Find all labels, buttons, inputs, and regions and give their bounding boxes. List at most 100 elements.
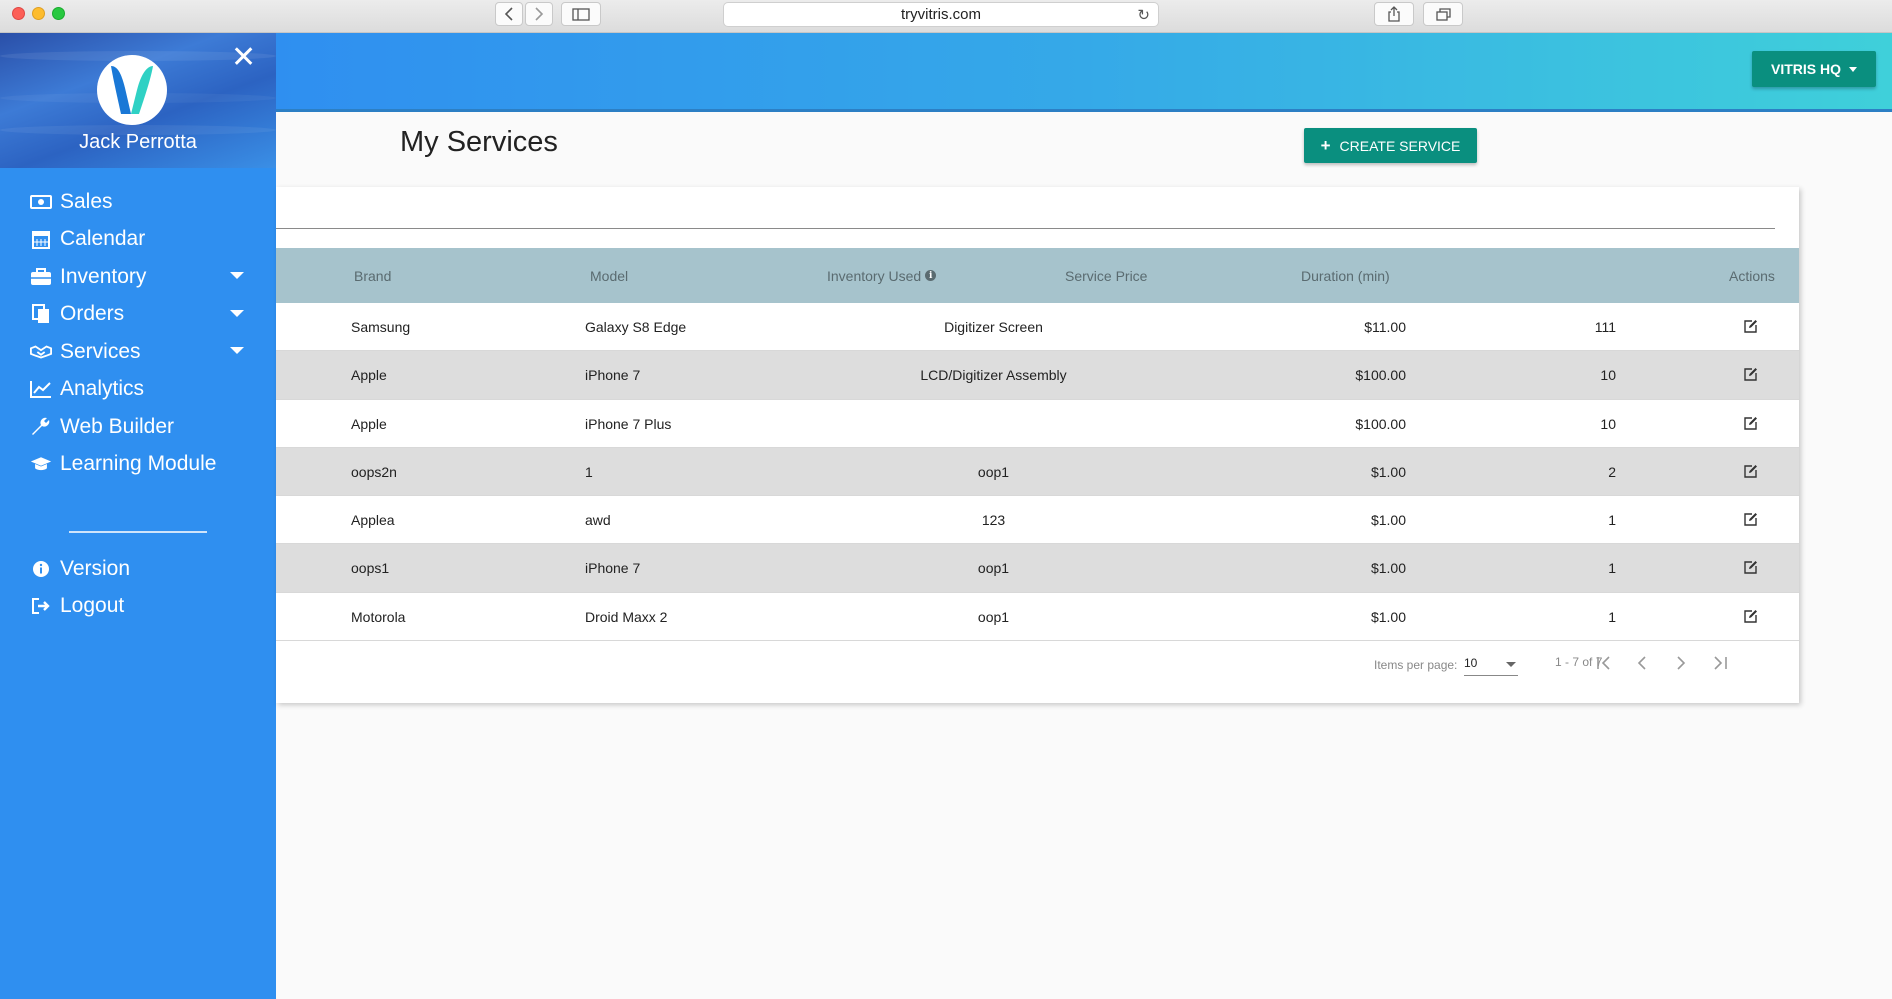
column-header-inventory-used[interactable]: Inventory Used i: [827, 248, 937, 303]
sidebar-item-web-builder[interactable]: Web Builder: [0, 408, 276, 446]
cell-service-price: $1.00: [1370, 560, 1406, 577]
sidebar-item-learning-module[interactable]: Learning Module: [0, 446, 276, 484]
edit-icon[interactable]: [1743, 609, 1758, 624]
cell-service-price: $100.00: [1355, 367, 1406, 384]
sidebar-item-inventory[interactable]: Inventory: [0, 258, 276, 296]
chevron-down-icon[interactable]: [230, 309, 244, 317]
chevron-left-icon: [1637, 656, 1646, 670]
edit-icon[interactable]: [1743, 464, 1758, 479]
cell-inventory-used: oop1: [977, 608, 1010, 625]
chevron-right-icon: [1677, 656, 1686, 670]
info-icon[interactable]: i: [925, 270, 937, 281]
cell-inventory-used: Digitizer Screen: [944, 319, 1043, 335]
reload-icon[interactable]: ↻: [1137, 6, 1150, 24]
edit-icon[interactable]: [1743, 319, 1758, 334]
column-header-brand[interactable]: Brand: [354, 248, 391, 303]
table-row[interactable]: Samsung Galaxy S8 Edge Digitizer Screen $11…: [276, 303, 1799, 352]
close-window-button[interactable]: [12, 7, 25, 20]
sidebar-item-label: Calendar: [60, 227, 146, 251]
cell-duration: 1: [1608, 560, 1616, 577]
cell-service-price: $1.00: [1370, 463, 1406, 480]
wrench-icon: [30, 416, 52, 438]
items-per-page-label: Items per page:: [1374, 658, 1458, 672]
tabs-icon: [1435, 7, 1451, 21]
table-row[interactable]: oops2n 1 oop1 $1.00 2: [276, 447, 1799, 497]
store-selector-button[interactable]: VITRIS HQ: [1752, 51, 1876, 87]
sidebar-item-version[interactable]: Version: [0, 550, 276, 588]
column-header-service-price[interactable]: Service Price: [1065, 248, 1147, 303]
cell-duration: 2: [1608, 463, 1616, 480]
close-sidebar-icon[interactable]: ✕: [231, 43, 256, 73]
cell-duration: 10: [1600, 415, 1616, 432]
forward-button[interactable]: [525, 2, 553, 26]
cell-model: 1: [585, 463, 593, 480]
sidebar-item-label: Analytics: [60, 377, 145, 401]
sidebar-item-services[interactable]: Services: [0, 333, 276, 371]
sidebar: ✕ Jack Perrotta Sales Calendar Inventory…: [0, 33, 276, 999]
zoom-window-button[interactable]: [52, 7, 65, 20]
cell-brand: Apple: [351, 367, 387, 384]
first-page-button[interactable]: [1592, 651, 1616, 675]
table-row[interactable]: oops1 iPhone 7 oop1 $1.00 1: [276, 544, 1799, 593]
edit-icon[interactable]: [1743, 416, 1758, 431]
cell-brand: oops1: [351, 560, 390, 577]
sidebar-item-label: Web Builder: [60, 414, 175, 438]
column-header-label: Inventory Used: [827, 267, 922, 284]
filter-input[interactable]: [276, 228, 1775, 229]
table-row[interactable]: Apple iPhone 7 LCD/Digitizer Assembly $100.…: [276, 351, 1799, 400]
sidebar-header: ✕ Jack Perrotta: [0, 33, 276, 168]
caret-down-icon: [1849, 66, 1857, 72]
caret-down-icon: [1506, 662, 1516, 667]
url-text: tryvitris.com: [901, 6, 981, 23]
sidebar-item-logout[interactable]: Logout: [0, 588, 276, 626]
cell-duration: 111: [1594, 319, 1616, 335]
back-button[interactable]: [495, 2, 523, 26]
sidebar-item-sales[interactable]: Sales: [0, 183, 276, 221]
line-chart-icon: [30, 378, 52, 400]
cell-brand: Applea: [351, 512, 395, 529]
table-row[interactable]: Apple iPhone 7 Plus $100.00 10: [276, 400, 1799, 448]
address-bar[interactable]: tryvitris.com ↻: [723, 2, 1159, 27]
sidebar-item-label: Sales: [60, 189, 113, 213]
calendar-icon: [30, 228, 52, 250]
chevron-down-icon[interactable]: [230, 347, 244, 354]
next-page-button[interactable]: [1669, 651, 1693, 675]
table-body: Samsung Galaxy S8 Edge Digitizer Screen $11…: [276, 303, 1799, 642]
sidebar-divider: [69, 531, 207, 533]
sidebar-item-label: Learning Module: [60, 452, 217, 476]
sidebar-item-label: Services: [60, 339, 141, 363]
share-icon: [1388, 6, 1400, 22]
last-page-button[interactable]: [1708, 651, 1732, 675]
first-page-icon: [1597, 656, 1610, 670]
vitris-logo: [97, 55, 167, 125]
create-service-label: CREATE SERVICE: [1339, 137, 1461, 154]
column-header-model[interactable]: Model: [590, 248, 628, 303]
chevron-down-icon[interactable]: [230, 272, 244, 279]
items-per-page-select[interactable]: 10: [1464, 656, 1518, 676]
handshake-icon: [30, 341, 52, 363]
previous-page-button[interactable]: [1630, 651, 1654, 675]
sidebar-item-label: Inventory: [60, 264, 147, 288]
edit-icon[interactable]: [1743, 512, 1758, 527]
sidebar-item-orders[interactable]: Orders: [0, 296, 276, 334]
share-button[interactable]: [1374, 2, 1414, 26]
logo-v-icon: [111, 66, 153, 114]
edit-icon[interactable]: [1743, 367, 1758, 382]
tabs-button[interactable]: [1423, 2, 1463, 26]
minimize-window-button[interactable]: [32, 7, 45, 20]
sidebar-item-analytics[interactable]: Analytics: [0, 371, 276, 409]
cell-inventory-used: LCD/Digitizer Assembly: [920, 367, 1067, 384]
cell-inventory-used: oop1: [977, 560, 1010, 577]
cell-service-price: $1.00: [1370, 608, 1406, 625]
page-title: My Services: [400, 126, 558, 158]
sign-out-icon: [30, 595, 52, 617]
table-row[interactable]: Applea awd 123 $1.00 1: [276, 496, 1799, 545]
sidebar-toggle-button[interactable]: [561, 2, 601, 26]
sidebar-item-calendar[interactable]: Calendar: [0, 221, 276, 259]
create-service-button[interactable]: + CREATE SERVICE: [1304, 128, 1477, 163]
sidebar-item-label: Logout: [60, 594, 125, 618]
edit-icon[interactable]: [1743, 560, 1758, 575]
cell-model: Droid Maxx 2: [585, 608, 668, 625]
table-row[interactable]: Motorola Droid Maxx 2 oop1 $1.00 1: [276, 593, 1799, 642]
column-header-duration[interactable]: Duration (min): [1301, 248, 1390, 303]
